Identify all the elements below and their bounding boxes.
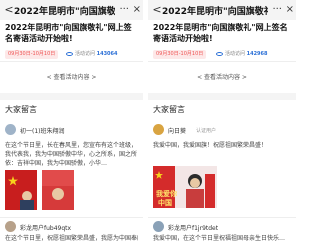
event-title: 2022年昆明市"向国旗敬礼"网上签名寄语活动开始啦! [153,23,288,43]
flag-image [42,170,74,210]
view-event-link[interactable]: < 查看活动内容 > [148,72,296,81]
section-title: 大家留言 [5,105,37,114]
eye-icon [66,51,73,56]
svg-text:中国: 中国 [158,198,172,207]
section-title: 大家留言 [153,105,185,114]
views-label: 活动访问 [75,51,96,57]
i-love-china-image: 我爱你 中国 [153,166,217,208]
comment-author: 向日葵 [168,128,187,135]
comment-author: 彩龙用户fub49qtx [20,225,72,232]
comment-text: 在这个节日里，祝愿祖国繁荣昌盛，我愿为中国奉献，我爱您中国… [5,235,138,242]
event-views: 活动访问 143064 [66,50,117,59]
screenshot-panel-right: < 2022年昆明市"向国旗敬礼"网... ··· × 2022年昆明市"向国旗… [148,0,296,251]
views-count: 143064 [96,51,118,57]
close-icon[interactable]: × [286,3,294,17]
i-love-china-photo: 我爱你 中国 [153,166,217,208]
comment-author: 初一(1)班朱翔润 [20,128,65,135]
divider [0,61,143,62]
comment-text: 我爱中国，我爱国旗！祝愿祖国繁荣昌盛！ [153,142,268,149]
avatar [5,221,16,232]
more-icon[interactable]: ··· [119,3,129,17]
comment-photo [42,170,74,210]
top-bar: < 2022年昆明市"向国旗敬礼"网... ··· × [0,0,143,20]
event-dates: 09月30日-10月10日 [153,50,207,59]
flag-image [5,170,37,210]
comments-section: 大家留言 初一(1)班朱翔润 在这个节日里，长在春风里，您宣布有这个班级，我代表… [0,100,143,251]
avatar [153,124,164,135]
page-title: 2022年昆明市"向国旗敬礼"网... [14,7,115,17]
event-card: 2022年昆明市"向国旗敬礼"网上签名寄语活动开始啦! 09月30日-10月10… [148,20,296,93]
event-views: 活动访问 142968 [216,50,267,59]
comment-text: 在这个节日里，长在春风里，您宣布有这个班级，我代表我，我为中国骄傲中华，心之所系… [5,142,138,167]
event-card: 2022年昆明市"向国旗敬礼"网上签名寄语活动开始啦! 09月30日-10月10… [0,20,143,93]
more-icon[interactable]: ··· [272,3,282,17]
comment-item: 向日葵 认证用户 我爱中国，我爱国旗！祝愿祖国繁荣昌盛！ 我爱你 中国 [148,118,296,213]
views-count: 142968 [246,51,268,57]
comments-section: 大家留言 向日葵 认证用户 我爱中国，我爱国旗！祝愿祖国繁荣昌盛！ 我爱你 中国 [148,100,296,251]
screenshot-panel-left: < 2022年昆明市"向国旗敬礼"网... ··· × 2022年昆明市"向国旗… [0,0,143,251]
page-title: 2022年昆明市"向国旗敬礼"网... [162,7,268,17]
divider [148,61,296,62]
svg-text:我爱你: 我爱你 [156,189,177,198]
avatar [5,124,16,135]
top-bar: < 2022年昆明市"向国旗敬礼"网... ··· × [148,0,296,20]
comment-text: 我爱中国，在这个节日里祝福祖国母亲生日快乐… [153,235,286,242]
comment-item: 彩龙用户f1jr9tdet 我爱中国，在这个节日里祝福祖国母亲生日快乐… [148,218,296,251]
flag-photo [5,170,37,210]
comment-author: 彩龙用户f1jr9tdet [168,225,219,232]
verified-badge: 认证用户 [196,128,217,134]
views-label: 活动访问 [225,51,246,57]
event-title: 2022年昆明市"向国旗敬礼"网上签名寄语活动开始啦! [5,23,132,43]
eye-icon [216,51,223,56]
event-dates: 09月30日-10月10日 [5,50,59,59]
avatar [153,221,164,232]
view-event-link[interactable]: < 查看活动内容 > [0,72,143,81]
close-icon[interactable]: × [133,3,141,17]
comment-item: 初一(1)班朱翔润 在这个节日里，长在春风里，您宣布有这个班级，我代表我，我为中… [0,118,143,213]
comment-item: 彩龙用户fub49qtx 在这个节日里，祝愿祖国繁荣昌盛，我愿为中国奉献，我爱您… [0,218,143,251]
